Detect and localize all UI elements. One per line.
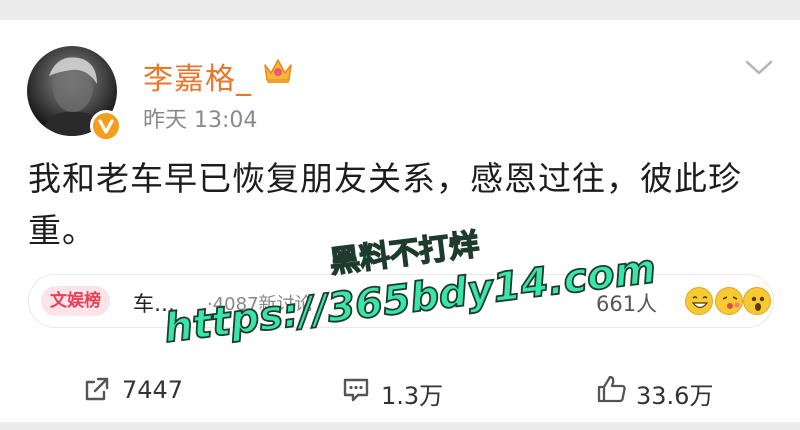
thumbs-up-icon <box>597 375 626 403</box>
comment-icon <box>343 378 369 402</box>
chevron-down-icon[interactable] <box>744 58 774 78</box>
username[interactable]: 李嘉格_ <box>143 54 252 98</box>
action-bar: 7447 1.3万 33.6万 <box>0 364 800 414</box>
post-text: 我和老车早已恢复朋友关系，感恩过往，彼此珍重。 <box>28 159 742 250</box>
verified-badge-icon <box>90 110 122 142</box>
laughing-emoji-icon <box>685 287 713 315</box>
surprised-emoji-icon <box>743 287 771 315</box>
top-divider-band <box>0 0 800 20</box>
topic-card[interactable]: 文娱榜 车… ·4087新讨论 661人 <box>28 274 774 328</box>
topic-title: 车… <box>133 292 175 316</box>
repost-count: 7447 <box>122 376 184 404</box>
participant-count: 661人 <box>596 292 658 316</box>
repost-icon <box>85 377 109 401</box>
bottom-divider-band <box>0 422 800 430</box>
comment-count: 1.3万 <box>381 382 444 410</box>
topic-discussion-count: ·4087新讨论 <box>207 294 313 315</box>
like-count: 33.6万 <box>636 382 714 410</box>
kiss-emoji-icon <box>715 287 743 315</box>
crown-icon <box>264 59 292 83</box>
topic-tag: 文娱榜 <box>41 286 110 316</box>
post-timestamp: 昨天 13:04 <box>143 108 258 133</box>
